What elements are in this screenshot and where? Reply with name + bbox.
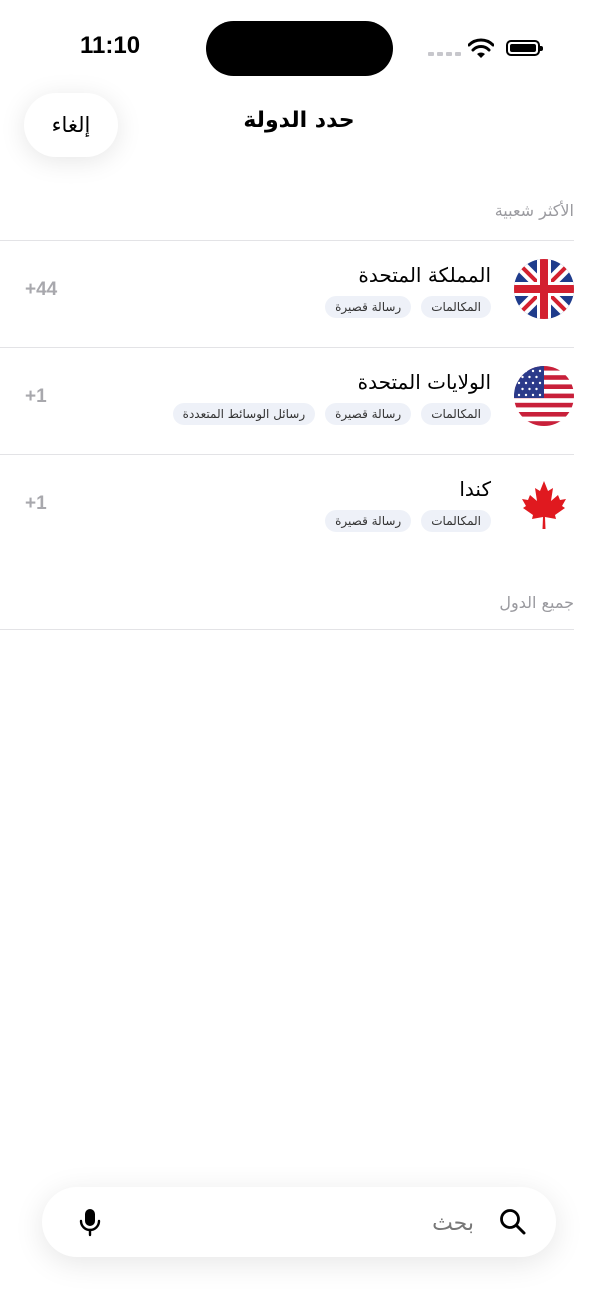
canada-flag-icon	[514, 473, 574, 533]
wifi-icon	[468, 38, 494, 58]
country-row-canada[interactable]: كندا المكالمات رسالة قصيرة +1	[0, 455, 598, 562]
status-time: 11:10	[80, 32, 141, 59]
dial-code: +44	[25, 279, 58, 300]
cellular-signal-icon	[428, 52, 461, 56]
tag-calls: المكالمات	[421, 403, 491, 425]
uk-flag-icon	[514, 259, 574, 319]
tag-sms: رسالة قصيرة	[325, 296, 412, 318]
tag-mms: رسائل الوسائط المتعددة	[172, 403, 316, 425]
section-header-popular: الأكثر شعبية	[494, 201, 574, 220]
tag-calls: المكالمات	[421, 296, 491, 318]
country-name: المملكة المتحدة	[358, 263, 491, 287]
dial-code: +1	[25, 386, 47, 407]
country-row-uk[interactable]: المملكة المتحدة المكالمات رسالة قصيرة +4…	[0, 241, 598, 348]
country-row-us[interactable]: الولايات المتحدة المكالمات رسالة قصيرة ر…	[0, 348, 598, 455]
search-bar[interactable]	[42, 1187, 556, 1257]
tag-sms: رسالة قصيرة	[325, 510, 412, 532]
page-title: حدد الدولة	[243, 108, 355, 133]
search-input[interactable]	[162, 1205, 476, 1241]
battery-icon	[506, 40, 543, 56]
microphone-icon[interactable]	[76, 1207, 104, 1237]
tag-sms: رسالة قصيرة	[325, 403, 412, 425]
dynamic-island	[206, 21, 393, 76]
divider	[0, 629, 574, 630]
dial-code: +1	[25, 493, 47, 514]
country-name: الولايات المتحدة	[357, 370, 491, 394]
search-icon	[500, 1209, 526, 1235]
section-header-all: جميع الدول	[499, 593, 574, 612]
country-name: كندا	[459, 477, 491, 501]
us-flag-icon	[514, 366, 574, 426]
tag-calls: المكالمات	[421, 510, 491, 532]
